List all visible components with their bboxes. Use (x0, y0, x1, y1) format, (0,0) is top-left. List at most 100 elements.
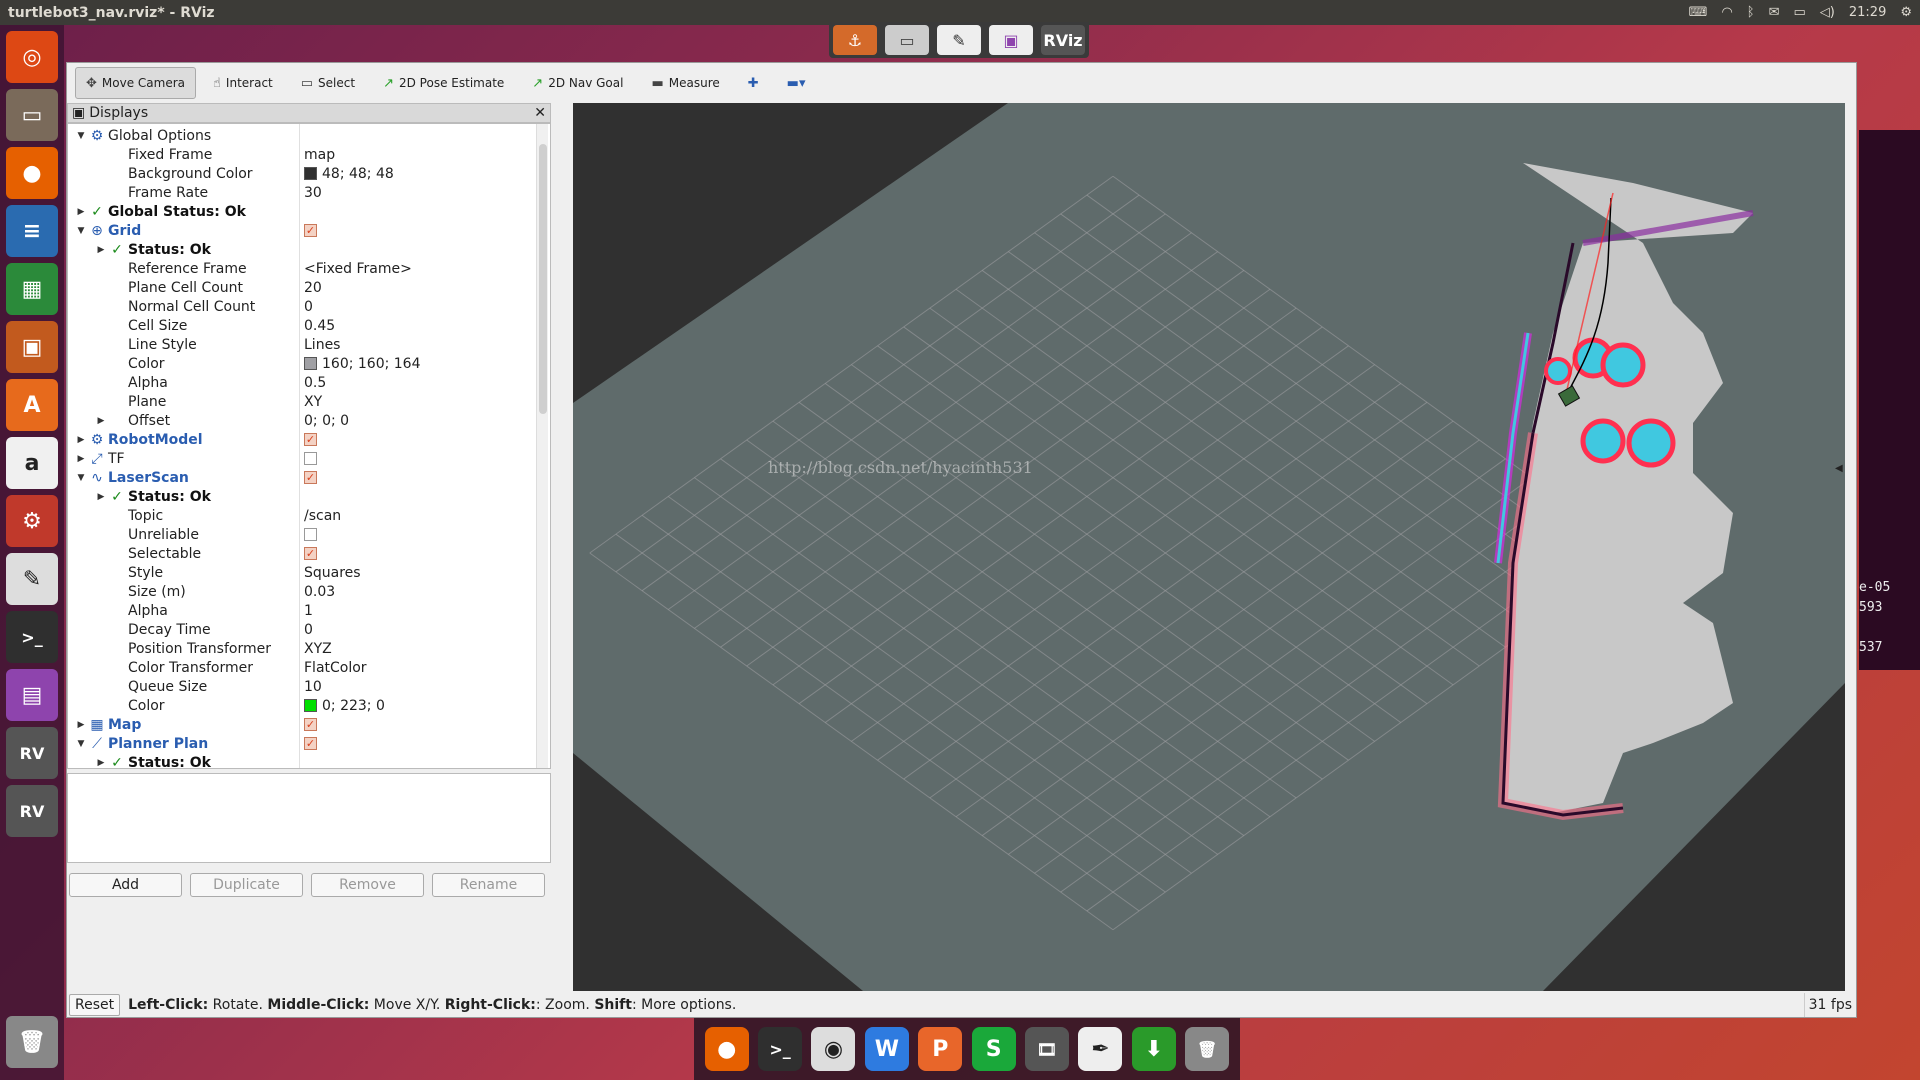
trash-dock-icon[interactable]: 🗑 (1185, 1027, 1230, 1071)
tree-row[interactable]: ▼ ⟋ Planner Plan ✓ (68, 734, 550, 753)
tree-row[interactable]: Background Color 48; 48; 48 (68, 164, 550, 183)
tree-row[interactable]: Selectable ✓ (68, 544, 550, 563)
tree-row[interactable]: Reference Frame <Fixed Frame> (68, 259, 550, 278)
rviz-icon[interactable]: RV (6, 727, 58, 779)
power-icon[interactable]: ⚙ (1900, 5, 1912, 20)
tree-row[interactable]: Cell Size 0.45 (68, 316, 550, 335)
wps-writer-dock-icon[interactable]: W (864, 1027, 909, 1071)
scene-render[interactable]: http://blog.csdn.net/hyacinth531 ◀ ◀ (573, 103, 1845, 991)
property-value[interactable]: 0; 0; 0 (304, 413, 349, 429)
tree-row[interactable]: Queue Size 10 (68, 677, 550, 696)
close-icon[interactable]: ✕ (534, 105, 546, 121)
reset-button[interactable]: Reset (69, 994, 121, 1016)
tree-row[interactable]: Normal Cell Count 0 (68, 297, 550, 316)
wifi-icon[interactable]: ◠ (1721, 5, 1732, 20)
property-value[interactable]: <Fixed Frame> (304, 261, 412, 277)
firefox-dock-icon[interactable]: ● (704, 1027, 749, 1071)
expand-arrow-icon[interactable]: ▶ (96, 758, 106, 768)
clock[interactable]: 21:29 (1849, 5, 1886, 20)
tree-row[interactable]: ▶ ⚙ RobotModel ✓ (68, 430, 550, 449)
firefox-icon[interactable]: ● (6, 147, 58, 199)
tree-row[interactable]: Alpha 0.5 (68, 373, 550, 392)
wps-spreadsheet-dock-icon[interactable]: S (971, 1027, 1016, 1071)
enable-checkbox[interactable]: ✓ (304, 718, 317, 731)
property-value[interactable]: 48; 48; 48 (322, 166, 394, 182)
tree-row[interactable]: ▶ ⤢ TF (68, 449, 550, 468)
property-value[interactable]: 1 (304, 603, 313, 619)
property-value[interactable]: 160; 160; 164 (322, 356, 421, 372)
tree-row[interactable]: ▶ ▦ Map ✓ (68, 715, 550, 734)
property-value[interactable]: /scan (304, 508, 341, 524)
tree-row[interactable]: ▶ ✓ Global Status: Ok (68, 202, 550, 221)
property-value[interactable]: XY (304, 394, 322, 410)
tree-row[interactable]: ▶ Offset 0; 0; 0 (68, 411, 550, 430)
property-value[interactable]: XYZ (304, 641, 332, 657)
property-value[interactable]: map (304, 147, 335, 163)
property-value[interactable]: 0.03 (304, 584, 335, 600)
move-camera-tool[interactable]: ✥ Move Camera (75, 67, 196, 99)
nav-goal-tool[interactable]: ↗ 2D Nav Goal (521, 67, 634, 99)
bluetooth-icon[interactable]: ᛒ (1747, 5, 1755, 20)
color-swatch[interactable] (304, 357, 317, 370)
speaker-dock-icon[interactable]: ◉ (811, 1027, 856, 1071)
tree-row[interactable]: Size (m) 0.03 (68, 582, 550, 601)
tree-row[interactable]: ▼ ⊕ Grid ✓ (68, 221, 550, 240)
pose-estimate-tool[interactable]: ↗ 2D Pose Estimate (372, 67, 515, 99)
trash-icon[interactable]: 🗑 (6, 1016, 58, 1068)
enable-checkbox[interactable]: ✓ (304, 433, 317, 446)
enable-checkbox[interactable] (304, 452, 317, 465)
tree-row[interactable]: Unreliable (68, 525, 550, 544)
expand-arrow-icon[interactable]: ▶ (76, 435, 86, 445)
property-value[interactable]: 0 (304, 299, 313, 315)
tree-row[interactable]: ▶ ✓ Status: Ok (68, 240, 550, 259)
tree-row[interactable]: Color Transformer FlatColor (68, 658, 550, 677)
volume-icon[interactable]: ◁) (1820, 5, 1835, 20)
property-value[interactable]: 0 (304, 622, 313, 638)
tree-row[interactable]: Plane XY (68, 392, 550, 411)
editor-dock-icon[interactable]: ✒ (1078, 1027, 1123, 1071)
tree-row[interactable]: Alpha 1 (68, 601, 550, 620)
rviz-icon-2[interactable]: RV (6, 785, 58, 837)
ubuntu-icon[interactable]: ◎ (6, 31, 58, 83)
enable-checkbox[interactable]: ✓ (304, 471, 317, 484)
property-value[interactable]: FlatColor (304, 660, 367, 676)
enable-checkbox[interactable] (304, 528, 317, 541)
expand-arrow-icon[interactable]: ▼ (76, 473, 86, 483)
tree-row[interactable]: Position Transformer XYZ (68, 639, 550, 658)
background-terminal[interactable]: e-05 593 537 (1859, 130, 1920, 670)
settings-icon[interactable]: ⚙ (6, 495, 58, 547)
expand-arrow-icon[interactable]: ▶ (76, 207, 86, 217)
displays-tree[interactable]: ▼ ⚙ Global Options Fixed Frame map Background… (67, 123, 551, 769)
3d-viewport[interactable]: http://blog.csdn.net/hyacinth531 ◀ ◀ (573, 103, 1845, 991)
enable-checkbox[interactable]: ✓ (304, 737, 317, 750)
enable-checkbox[interactable]: ✓ (304, 224, 317, 237)
terminal-dock-icon[interactable]: >_ (758, 1027, 803, 1071)
expand-arrow-icon[interactable]: ▼ (76, 131, 86, 141)
tree-row[interactable]: Style Squares (68, 563, 550, 582)
edit-icon[interactable]: ✎ (937, 25, 981, 55)
wps-presentation-dock-icon[interactable]: P (918, 1027, 963, 1071)
expand-arrow-icon[interactable]: ▶ (76, 720, 86, 730)
color-swatch[interactable] (304, 699, 317, 712)
software-center-icon[interactable]: A (6, 379, 58, 431)
expand-arrow-icon[interactable]: ▶ (76, 454, 86, 464)
property-value[interactable]: Lines (304, 337, 340, 353)
anchor-icon[interactable]: ⚓ (833, 25, 877, 55)
property-value[interactable]: 20 (304, 280, 322, 296)
expand-arrow-icon[interactable]: ▼ (76, 739, 86, 749)
expand-arrow-icon[interactable]: ▶ (96, 492, 106, 502)
tree-row[interactable]: Line Style Lines (68, 335, 550, 354)
enable-checkbox[interactable]: ✓ (304, 547, 317, 560)
tree-row[interactable]: Color 0; 223; 0 (68, 696, 550, 715)
property-value[interactable]: 30 (304, 185, 322, 201)
tree-row[interactable]: Plane Cell Count 20 (68, 278, 550, 297)
tree-row[interactable]: ▶ ✓ Status: Ok (68, 753, 550, 769)
writer-icon[interactable]: ≡ (6, 205, 58, 257)
property-value[interactable]: 0.5 (304, 375, 326, 391)
workspace-icon[interactable]: ▤ (6, 669, 58, 721)
tree-row[interactable]: ▶ ✓ Status: Ok (68, 487, 550, 506)
amazon-icon[interactable]: a (6, 437, 58, 489)
color-swatch[interactable] (304, 167, 317, 180)
tree-row[interactable]: ▼ ⚙ Global Options (68, 126, 550, 145)
tree-row[interactable]: Color 160; 160; 164 (68, 354, 550, 373)
